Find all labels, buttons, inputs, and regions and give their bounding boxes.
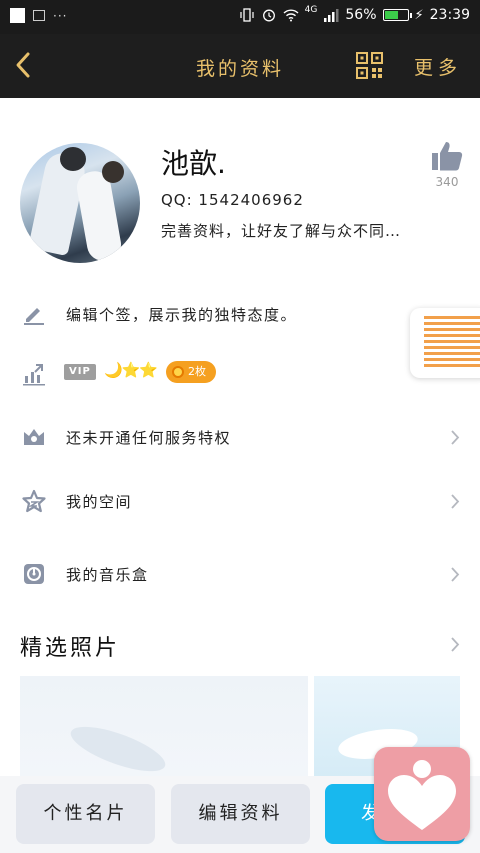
qq-number: QQ: 1542406962	[161, 191, 304, 209]
sun-icon	[172, 366, 184, 378]
widget-graphic	[424, 316, 480, 370]
services-row[interactable]: 还未开通任何服务特权	[0, 413, 480, 463]
wifi-icon	[283, 9, 299, 22]
sun-badge-count: 2枚	[188, 365, 206, 378]
alarm-icon	[262, 9, 275, 22]
thumbs-up-icon[interactable]	[430, 140, 464, 172]
charging-icon: ⚡	[414, 7, 424, 23]
avatar[interactable]	[20, 143, 140, 263]
level-up-icon	[23, 364, 45, 386]
signal-icon	[324, 9, 339, 22]
like-count: 340	[435, 175, 459, 189]
crown-icon	[24, 429, 44, 445]
photos-chevron-icon[interactable]	[450, 636, 460, 653]
music-box-icon	[24, 564, 44, 584]
battery-percent: 56%	[345, 7, 377, 23]
clock: 23:39	[429, 7, 470, 23]
nav-bar: 我的资料 更多	[0, 34, 480, 98]
status-bar: ··· 4G 56% ⚡ 23:39	[0, 0, 480, 34]
vip-row[interactable]: VIP 🌙⭐⭐ 2枚	[0, 350, 480, 400]
page-title: 我的资料	[195, 58, 284, 80]
music-label: 我的音乐盒	[66, 566, 149, 584]
profile-bio[interactable]: 完善资料，让好友了解与众不同…	[161, 220, 401, 241]
qzone-label: 我的空间	[66, 493, 133, 511]
battery-icon	[382, 9, 412, 21]
photo-thumbnail[interactable]	[20, 676, 308, 786]
edit-profile-button[interactable]: 编辑资料	[171, 784, 310, 844]
vibrate-icon	[240, 8, 254, 22]
sun-badge: 2枚	[166, 361, 216, 383]
network-type: 4G	[304, 5, 318, 15]
sim-icon	[33, 10, 45, 21]
heart-icon	[388, 760, 456, 830]
photos-title: 精选照片	[20, 636, 121, 661]
qr-code-icon[interactable]	[356, 52, 383, 79]
music-row[interactable]: 我的音乐盒	[0, 550, 480, 600]
level-stars: 🌙⭐⭐	[104, 361, 158, 379]
signature-label: 编辑个签，展示我的独特态度。	[66, 306, 298, 324]
chevron-right-icon	[451, 494, 460, 509]
notification-icon	[10, 8, 25, 23]
pencil-icon	[24, 308, 44, 325]
profile-card-button[interactable]: 个性名片	[16, 784, 155, 844]
floating-widget[interactable]	[410, 308, 480, 378]
vip-tag: VIP	[64, 364, 96, 380]
heart-app-icon[interactable]	[374, 747, 470, 841]
profile-name: 池歆.	[161, 147, 226, 180]
star-icon	[22, 489, 46, 513]
chevron-right-icon	[451, 430, 460, 445]
chevron-right-icon	[451, 567, 460, 582]
signature-row[interactable]: 编辑个签，展示我的独特态度。	[0, 290, 480, 340]
more-notifications-icon: ···	[53, 8, 68, 23]
more-button[interactable]: 更多	[414, 53, 462, 80]
qzone-row[interactable]: 我的空间	[0, 477, 480, 527]
services-label: 还未开通任何服务特权	[66, 429, 232, 447]
